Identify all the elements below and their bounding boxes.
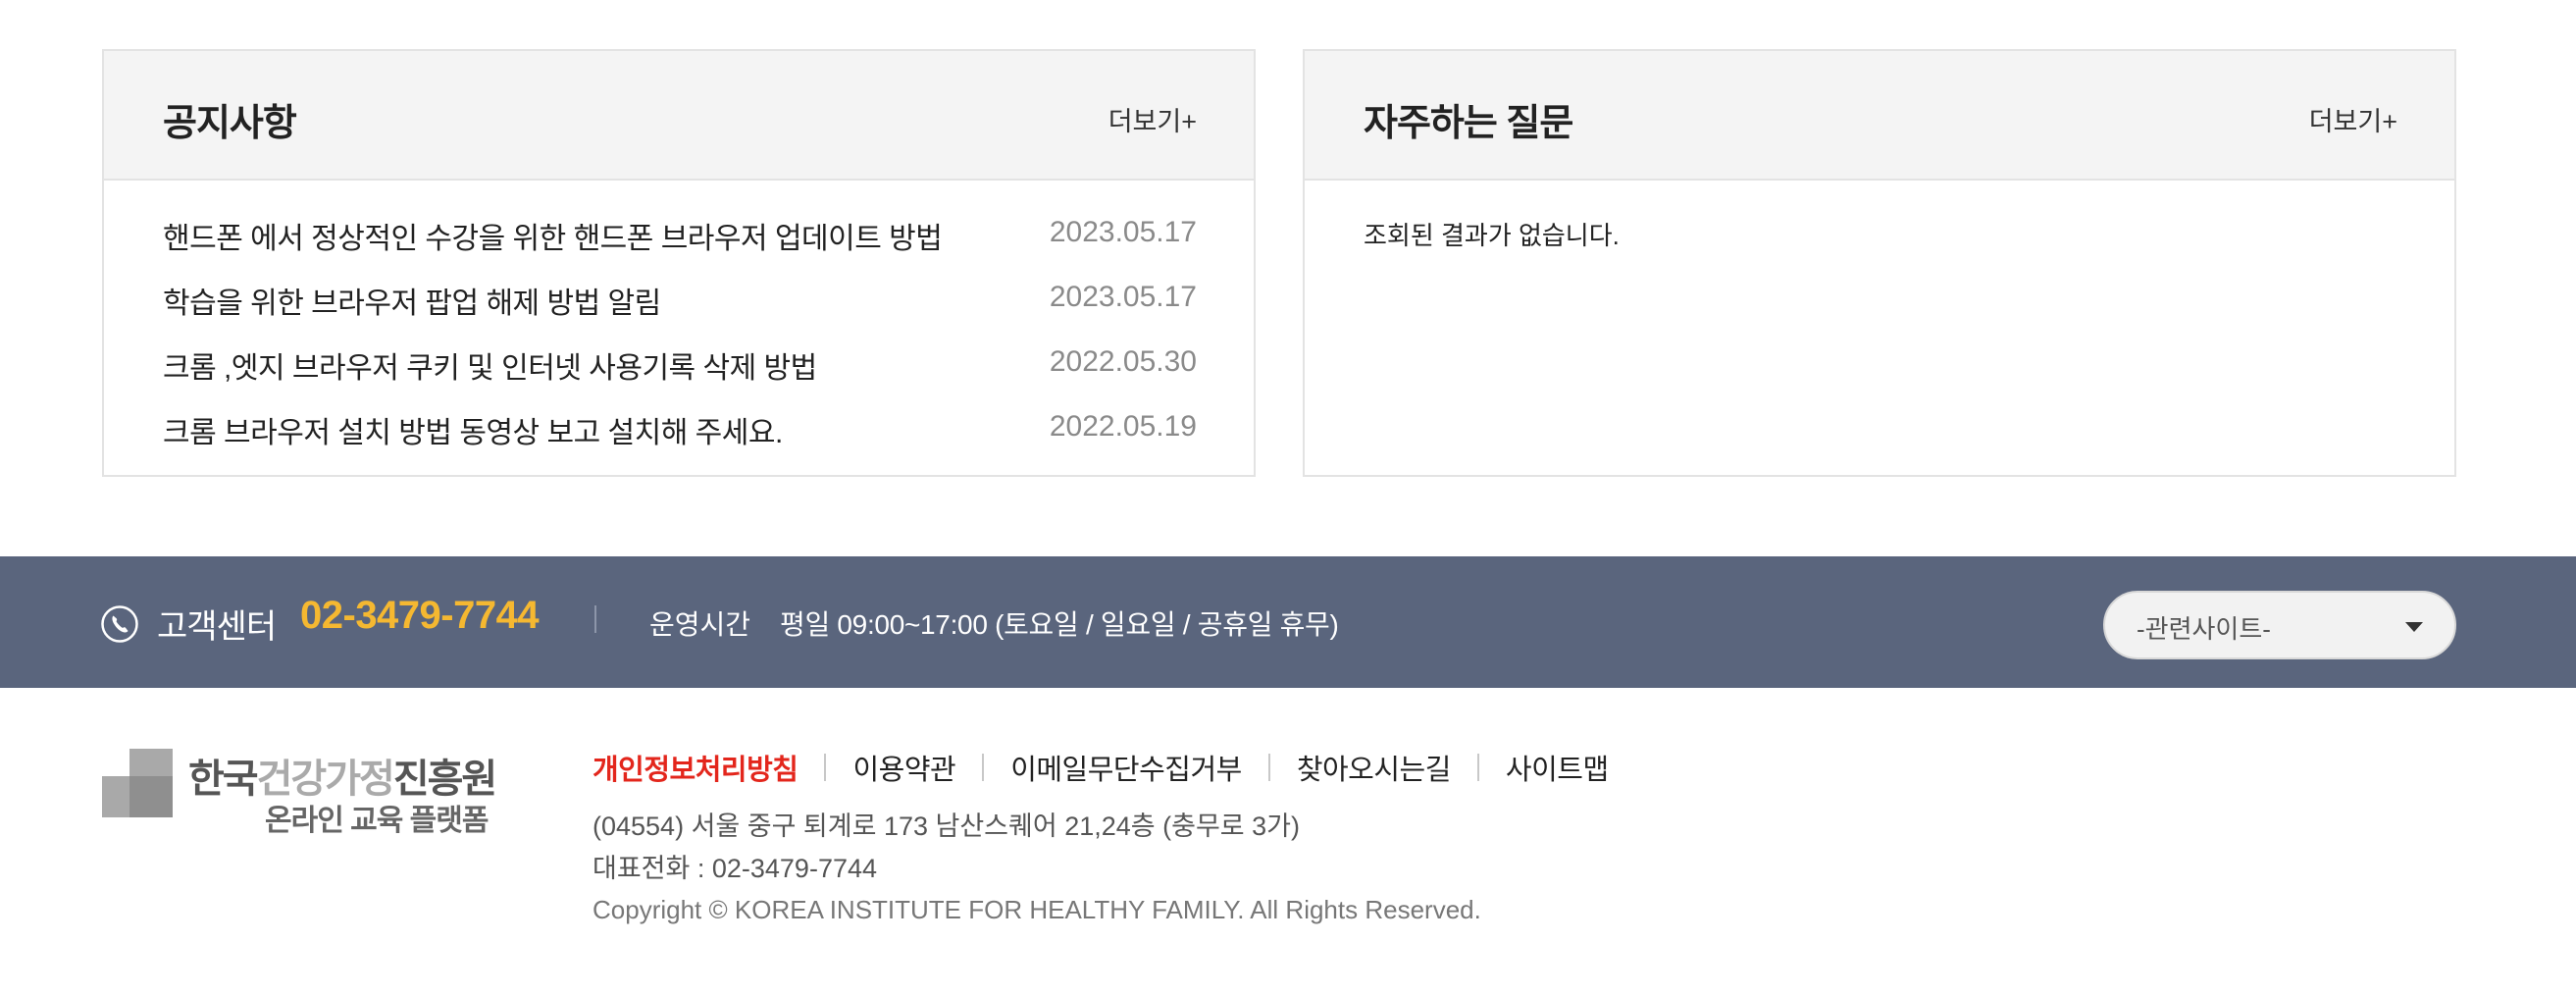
related-sites-select[interactable]: -관련사이트- xyxy=(2103,591,2456,659)
logo-text-part: 건강가정 xyxy=(256,758,395,801)
notice-more-link[interactable]: 더보기+ xyxy=(1108,100,1197,138)
faq-title: 자주하는 질문 xyxy=(1364,103,1573,144)
boards-section: 공지사항 더보기+ 핸드폰 에서 정상적인 수강을 위한 핸드폰 브라우저 업데… xyxy=(102,49,2456,477)
chevron-down-icon xyxy=(2405,622,2423,632)
logo-text-part: 한국 xyxy=(188,758,259,801)
footer-address: (04554) 서울 중구 퇴계로 173 남산스퀘어 21,24층 (충무로 … xyxy=(592,812,1300,841)
notice-board-header: 공지사항 더보기+ xyxy=(104,51,1254,181)
hours-label: 운영시간 xyxy=(649,609,751,640)
divider xyxy=(824,754,827,781)
divider xyxy=(1267,754,1270,781)
list-item[interactable]: 학습을 위한 브라우저 팝업 해제 방법 알림 2023.05.17 xyxy=(163,279,1197,343)
divider xyxy=(1476,754,1479,781)
sitemap-link[interactable]: 사이트맵 xyxy=(1506,747,1609,788)
faq-board: 자주하는 질문 더보기+ 조회된 결과가 없습니다. xyxy=(1303,49,2456,477)
logo-mark-icon xyxy=(102,749,173,817)
logo-text-part: 진흥원 xyxy=(392,758,497,801)
notice-item-date: 2023.05.17 xyxy=(1049,281,1197,313)
notice-item-date: 2023.05.17 xyxy=(1049,216,1197,248)
email-refusal-link[interactable]: 이메일무단수집거부 xyxy=(1010,747,1242,788)
directions-link[interactable]: 찾아오시는길 xyxy=(1297,747,1452,788)
notice-item-title[interactable]: 크롬 브라우저 설치 방법 동영상 보고 설치해 주세요. xyxy=(163,408,783,451)
phone-icon xyxy=(101,605,138,643)
notice-item-title[interactable]: 크롬 ,엣지 브라우저 쿠키 및 인터넷 사용기록 삭제 방법 xyxy=(163,343,817,387)
privacy-policy-link[interactable]: 개인정보처리방침 xyxy=(592,747,799,788)
related-sites-label: -관련사이트- xyxy=(2137,614,2271,644)
customer-center-label: 고객센터 xyxy=(157,608,277,646)
faq-board-header: 자주하는 질문 더보기+ xyxy=(1305,51,2454,181)
notice-item-date: 2022.05.19 xyxy=(1049,410,1197,443)
footer-tel: 대표전화 : 02-3479-7744 xyxy=(592,854,878,883)
divider xyxy=(594,605,596,633)
faq-more-link[interactable]: 더보기+ xyxy=(2309,100,2397,138)
customer-center-phone: 02-3479-7744 xyxy=(300,594,540,637)
footer-copyright: Copyright © KOREA INSTITUTE FOR HEALTHY … xyxy=(592,895,1481,924)
list-item[interactable]: 크롬 브라우저 설치 방법 동영상 보고 설치해 주세요. 2022.05.19 xyxy=(163,408,1197,473)
hours-text: 평일 09:00~17:00 (토요일 / 일요일 / 공휴일 휴무) xyxy=(780,609,1339,640)
notice-title: 공지사항 xyxy=(163,103,297,144)
logo-subtext: 온라인 교육 플랫폼 xyxy=(265,805,489,837)
list-item[interactable]: 크롬 ,엣지 브라우저 쿠키 및 인터넷 사용기록 삭제 방법 2022.05.… xyxy=(163,343,1197,408)
list-item[interactable]: 핸드폰 에서 정상적인 수강을 위한 핸드폰 브라우저 업데이트 방법 2023… xyxy=(163,214,1197,279)
footer-links: 개인정보처리방침 이용약관 이메일무단수집거부 찾아오시는길 사이트맵 xyxy=(592,748,1609,787)
faq-empty-message: 조회된 결과가 없습니다. xyxy=(1364,221,1620,250)
notice-item-date: 2022.05.30 xyxy=(1049,345,1197,378)
notice-list: 핸드폰 에서 정상적인 수강을 위한 핸드폰 브라우저 업데이트 방법 2023… xyxy=(104,181,1254,473)
notice-item-title[interactable]: 학습을 위한 브라우저 팝업 해제 방법 알림 xyxy=(163,279,661,322)
footer-logo: 한국건강가정진흥원 온라인 교육 플랫폼 xyxy=(102,749,497,847)
customer-center-bar: 고객센터 02-3479-7744 운영시간 평일 09:00~17:00 (토… xyxy=(0,556,2576,688)
divider xyxy=(982,754,985,781)
terms-link[interactable]: 이용약관 xyxy=(852,747,955,788)
notice-board: 공지사항 더보기+ 핸드폰 에서 정상적인 수강을 위한 핸드폰 브라우저 업데… xyxy=(102,49,1256,477)
notice-item-title[interactable]: 핸드폰 에서 정상적인 수강을 위한 핸드폰 브라우저 업데이트 방법 xyxy=(163,214,943,257)
